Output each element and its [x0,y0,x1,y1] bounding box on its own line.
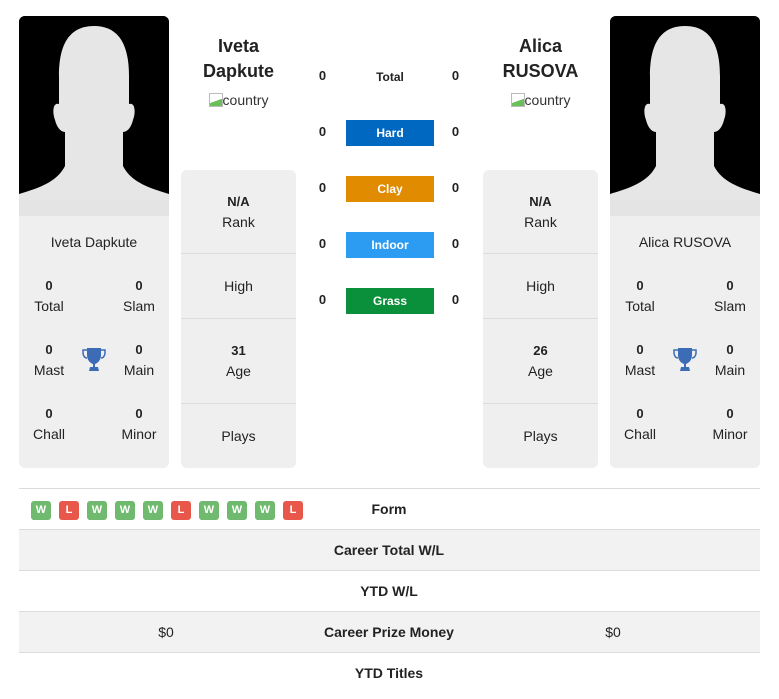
surface-row-hard: 0 Hard 0 [300,120,480,148]
form-badge-loss[interactable]: L [59,501,79,520]
player2-country-flag: country [483,92,598,108]
surface-row-total: 0 Total 0 [300,64,480,92]
form-badge-win[interactable]: W [115,501,135,520]
row-label: YTD W/L [360,583,418,599]
player2-age: 26 Age [483,319,598,404]
surface-label-grass: Grass [346,288,434,314]
player1-mast-titles: 0 Mast [33,342,65,378]
form-badge-win[interactable]: W [87,501,107,520]
player1-surface-hard: 0 [318,124,327,139]
broken-image-icon [208,93,223,107]
player2-value: $0 [605,624,621,640]
form-badge-loss[interactable]: L [171,501,191,520]
player1-plays: Plays [221,428,256,444]
surface-label-clay: Clay [346,176,434,202]
player1-total-titles: 0 Total [34,278,64,314]
player2-surface-total: 0 [451,68,460,83]
player1-minor-titles: 0 Minor [121,406,157,442]
player2-surface-hard: 0 [451,124,460,139]
player2-surface-clay: 0 [451,180,460,195]
surface-row-grass: 0 Grass 0 [300,288,480,316]
player2-high: High [483,254,598,319]
player1-info-panel: N/A Rank High 31 Age Plays [181,170,296,468]
player2-plays: Plays [523,428,558,444]
player1-surface-total: 0 [318,68,327,83]
row-label: Career Total W/L [333,542,445,558]
surface-label-hard: Hard [346,120,434,146]
avatar-silhouette-icon [19,16,169,216]
player1-country-flag: country [181,92,296,108]
form-badge-win[interactable]: W [227,501,247,520]
player2-slam-titles: 0 Slam [714,278,746,314]
player2-minor-titles: 0 Minor [712,406,748,442]
player2-surface-grass: 0 [451,292,460,307]
surface-label-total: Total [376,70,404,84]
player1-surface-clay: 0 [318,180,327,195]
surface-label-indoor: Indoor [346,232,434,258]
player1-chall-titles: 0 Chall [33,406,65,442]
player1-value: $0 [158,624,174,640]
broken-image-icon [510,93,525,107]
player2-card: Alica RUSOVA 0 Total 0 Slam 0 Mast 0 Mai… [610,216,760,468]
player2-photo [610,16,760,216]
player2-chall-titles: 0 Chall [624,406,656,442]
row-label: Form [371,501,407,517]
player1-card-name[interactable]: Iveta Dapkute [19,234,169,250]
surface-row-indoor: 0 Indoor 0 [300,232,480,260]
player1-slam-titles: 0 Slam [123,278,155,314]
player1-form-badges: WLWWWLWWWL [31,501,303,520]
row-label: YTD Titles [354,665,424,681]
player1-high: High [181,254,296,319]
table-row-career-total: Career Total W/L [19,529,760,570]
table-row-prize-money: $0 Career Prize Money $0 [19,611,760,652]
player1-surface-grass: 0 [318,292,327,307]
table-row-form: WLWWWLWWWL Form [19,488,760,529]
form-badge-win[interactable]: W [143,501,163,520]
surface-row-clay: 0 Clay 0 [300,176,480,204]
avatar-silhouette-icon [610,16,760,216]
player2-name-heading[interactable]: Alica RUSOVA [483,34,598,84]
player1-age: 31 Age [181,319,296,404]
form-badge-win[interactable]: W [199,501,219,520]
player1-photo [19,16,169,216]
player1-rank: N/A Rank [181,170,296,254]
player2-main-titles: 0 Main [714,342,746,378]
form-badge-win[interactable]: W [31,501,51,520]
comparison-table: WLWWWLWWWL Form Career Total W/L YTD W/L… [19,488,760,693]
player2-rank: N/A Rank [483,170,598,254]
trophy-icon [82,348,106,371]
player1-surface-indoor: 0 [318,236,327,251]
player2-surface-indoor: 0 [451,236,460,251]
table-row-ytd-wl: YTD W/L [19,570,760,611]
row-label: Career Prize Money [324,624,454,640]
player2-mast-titles: 0 Mast [624,342,656,378]
player2-total-titles: 0 Total [625,278,655,314]
form-badge-win[interactable]: W [255,501,275,520]
player1-card: Iveta Dapkute 0 Total 0 Slam 0 Mast 0 Ma… [19,216,169,468]
player2-card-name[interactable]: Alica RUSOVA [610,234,760,250]
player1-main-titles: 0 Main [123,342,155,378]
player2-info-panel: N/A Rank High 26 Age Plays [483,170,598,468]
trophy-icon [673,348,697,371]
table-row-ytd-titles: YTD Titles [19,652,760,693]
player1-name-heading[interactable]: Iveta Dapkute [181,34,296,84]
